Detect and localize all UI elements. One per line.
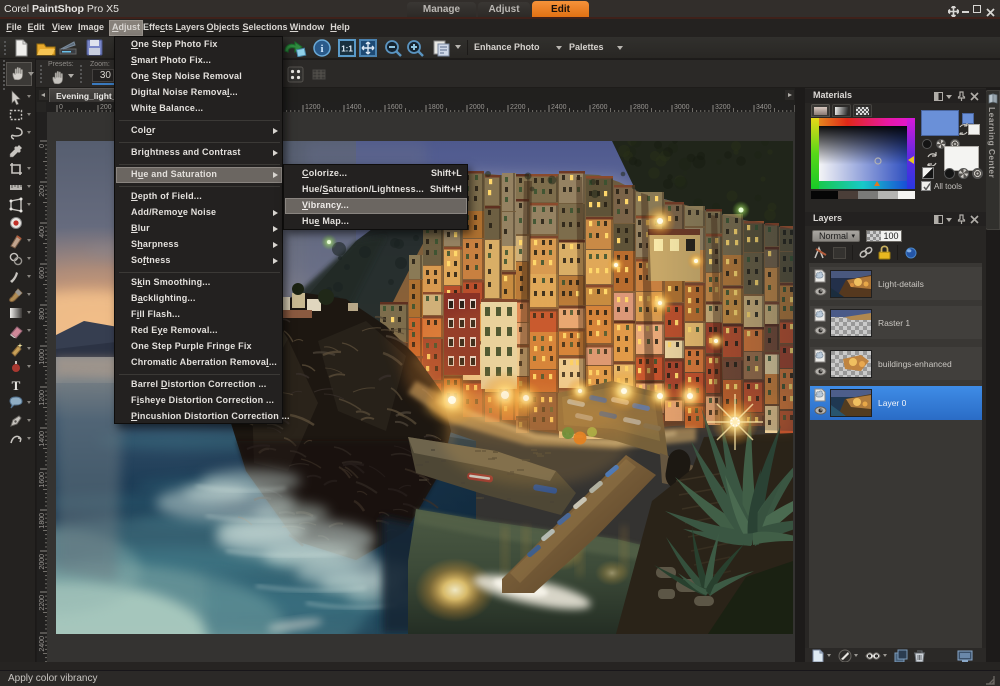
svg-text:1:1: 1:1 [341,45,353,54]
svg-text:1200: 1200 [305,104,321,111]
svg-text:200: 200 [100,104,112,111]
svg-text:2400: 2400 [551,104,567,111]
svg-text:2200: 2200 [39,595,46,611]
svg-text:1000: 1000 [39,349,46,365]
svg-text:1800: 1800 [428,104,444,111]
svg-text:1600: 1600 [387,104,403,111]
svg-text:200: 200 [39,185,46,197]
svg-text:3000: 3000 [674,104,690,111]
svg-text:3200: 3200 [715,104,731,111]
svg-text:1800: 1800 [39,513,46,529]
svg-text:1200: 1200 [39,390,46,406]
svg-text:2000: 2000 [39,554,46,570]
svg-text:T: T [12,378,21,393]
svg-text:0: 0 [59,104,63,111]
svg-text:400: 400 [39,226,46,238]
svg-text:2400: 2400 [39,636,46,652]
svg-text:600: 600 [39,267,46,279]
svg-text:2800: 2800 [633,104,649,111]
svg-text:2000: 2000 [469,104,485,111]
svg-text:1400: 1400 [39,431,46,447]
svg-text:800: 800 [39,308,46,320]
svg-text:i: i [320,43,323,55]
svg-text:2200: 2200 [510,104,526,111]
svg-text:3400: 3400 [756,104,772,111]
svg-text:1600: 1600 [39,472,46,488]
svg-text:1400: 1400 [346,104,362,111]
svg-text:2600: 2600 [592,104,608,111]
svg-text:0: 0 [39,144,46,148]
